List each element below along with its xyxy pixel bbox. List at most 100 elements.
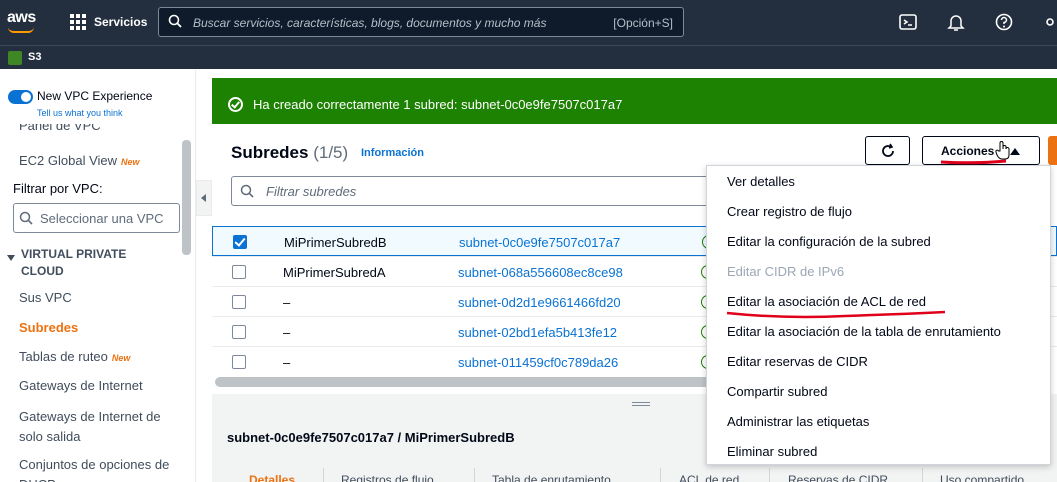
subnet-id-link[interactable]: subnet-0c0e9fe7507c017a7 <box>459 235 620 250</box>
row-checkbox[interactable] <box>232 355 246 369</box>
sidebar-item-your-vpcs[interactable]: Sus VPC <box>19 290 72 305</box>
new-experience-label: New VPC Experience <box>37 89 153 103</box>
menu-item-edit-route-table-association[interactable]: Editar la asociación de la tabla de enru… <box>727 324 1001 339</box>
check-circle-icon <box>228 97 243 112</box>
help-icon[interactable] <box>994 12 1014 32</box>
favorites-bar: S3 <box>0 45 1057 69</box>
row-checkbox[interactable] <box>232 295 246 309</box>
vpc-select[interactable]: Seleccionar una VPC <box>13 203 180 233</box>
sidebar: New VPC Experience Tell us what you thin… <box>0 70 196 482</box>
row-checkbox[interactable] <box>232 265 246 279</box>
tab-divider <box>660 468 661 482</box>
tab-route-table[interactable]: Tabla de enrutamiento <box>492 473 611 482</box>
filter-placeholder: Filtrar subredes <box>266 184 357 199</box>
filter-subnets-input[interactable]: Filtrar subredes <box>231 176 711 206</box>
actions-label: Acciones <box>941 144 995 158</box>
subnet-name: – <box>283 295 291 310</box>
menu-item-edit-subnet-settings[interactable]: Editar la configuración de la subred <box>727 234 931 249</box>
subnet-id-link[interactable]: subnet-02bd1efa5b413fe12 <box>458 325 617 340</box>
success-flash: Ha creado correctamente 1 subred: subnet… <box>212 78 1057 124</box>
tab-network-acl[interactable]: ACL de red <box>679 473 739 482</box>
search-icon <box>240 184 254 198</box>
settings-icon[interactable] <box>1040 12 1057 32</box>
create-subnet-button[interactable] <box>1048 136 1057 165</box>
actions-dropdown-menu: Ver detalles Crear registro de flujo Edi… <box>706 165 1051 465</box>
vpc-filter-label: Filtrar por VPC: <box>13 181 103 196</box>
services-menu-button[interactable]: Servicios <box>94 15 147 29</box>
search-shortcut: [Opción+S] <box>613 16 673 30</box>
subnet-name: – <box>283 355 291 370</box>
tab-divider <box>474 468 475 482</box>
resize-handle[interactable] <box>632 402 650 406</box>
detail-tabs: Detalles Registros de flujo Tabla de enr… <box>212 468 1057 482</box>
s3-icon <box>8 51 22 65</box>
subnet-id-link[interactable]: subnet-0d2d1e9661466fd20 <box>458 295 621 310</box>
tab-sharing[interactable]: Uso compartido <box>940 473 1024 482</box>
top-navigation: aws Servicios Buscar servicios, caracter… <box>0 0 1057 45</box>
search-placeholder: Buscar servicios, características, blogs… <box>193 16 547 30</box>
cloudshell-icon[interactable] <box>898 12 918 32</box>
aws-console: aws Servicios Buscar servicios, caracter… <box>0 0 1057 482</box>
aws-logo-smile <box>8 27 34 33</box>
subnet-name: MiPrimerSubredB <box>284 235 387 250</box>
menu-item-create-flow-log[interactable]: Crear registro de flujo <box>727 204 852 219</box>
search-icon <box>19 211 33 225</box>
bell-icon[interactable] <box>946 12 966 32</box>
favorite-s3[interactable]: S3 <box>28 51 41 63</box>
hand-cursor-icon <box>995 141 1010 160</box>
refresh-button[interactable] <box>865 136 910 165</box>
subnet-name: – <box>283 325 291 340</box>
chevron-left-icon <box>201 194 206 202</box>
menu-item-delete-subnet[interactable]: Eliminar subred <box>727 444 817 459</box>
aws-logo[interactable]: aws <box>7 9 36 27</box>
sidebar-item-ec2-global-view[interactable]: EC2 Global View New <box>19 153 140 168</box>
sidebar-item-dhcp-options[interactable]: Conjuntos de opciones de DHCP <box>19 455 184 482</box>
menu-item-edit-cidr-reservations[interactable]: Editar reservas de CIDR <box>727 354 868 369</box>
flash-message: Ha creado correctamente 1 subred: subnet… <box>253 97 623 112</box>
table-horizontal-scrollbar[interactable] <box>215 377 745 387</box>
refresh-icon <box>882 143 894 157</box>
menu-item-edit-network-acl-association[interactable]: Editar la asociación de ACL de red <box>727 294 926 309</box>
menu-item-view-details[interactable]: Ver detalles <box>727 174 795 189</box>
panel-title-text: Subredes <box>231 143 309 162</box>
new-badge: New <box>121 157 140 167</box>
tab-divider <box>922 468 923 482</box>
sidebar-item-label: Tablas de ruteo <box>19 349 108 364</box>
page-title: Subredes (1/5) <box>231 143 348 163</box>
subnet-id-link[interactable]: subnet-011459cf0c789da26 <box>458 355 618 370</box>
info-link[interactable]: Información <box>361 147 424 159</box>
collapse-sidebar-button[interactable] <box>196 180 212 216</box>
section-virtual-private-cloud[interactable]: VIRTUAL PRIVATE CLOUD <box>21 246 161 280</box>
subnet-name: MiPrimerSubredA <box>283 265 386 280</box>
actions-button[interactable]: Acciones <box>922 136 1040 165</box>
row-checkbox[interactable] <box>233 235 247 249</box>
tab-divider <box>323 468 324 482</box>
subnet-id-link[interactable]: subnet-068a556608ec8ce98 <box>458 265 623 280</box>
new-badge: New <box>111 353 131 363</box>
sidebar-item-subnets[interactable]: Subredes <box>19 320 78 335</box>
caret-down-icon[interactable] <box>7 255 15 261</box>
sidebar-item-egress-only-gateways[interactable]: Gateways de Internet de solo salida <box>19 407 179 447</box>
toggle-knob <box>21 92 31 102</box>
tab-flow-logs[interactable]: Registros de flujo <box>341 473 434 482</box>
row-checkbox[interactable] <box>232 325 246 339</box>
sidebar-scrollbar[interactable] <box>182 140 191 255</box>
tab-details[interactable]: Detalles <box>249 473 295 482</box>
caret-up-icon <box>1010 148 1020 155</box>
sidebar-item-internet-gateways[interactable]: Gateways de Internet <box>19 378 143 393</box>
selection-count: (1/5) <box>313 143 349 162</box>
services-grid-icon[interactable] <box>70 14 86 30</box>
tab-divider <box>769 468 770 482</box>
detail-title: subnet-0c0e9fe7507c017a7 / MiPrimerSubre… <box>227 430 515 445</box>
new-experience-toggle[interactable] <box>8 90 33 104</box>
sidebar-item-route-tables[interactable]: Tablas de ruteo New <box>19 349 130 364</box>
menu-item-manage-tags[interactable]: Administrar las etiquetas <box>727 414 869 429</box>
sidebar-item-vpc-dashboard[interactable]: Panel de VPC <box>19 124 101 137</box>
menu-item-share-subnet[interactable]: Compartir subred <box>727 384 827 399</box>
tab-cidr-reservations[interactable]: Reservas de CIDR <box>788 473 888 482</box>
sidebar-item-label: Panel de VPC <box>19 124 101 133</box>
menu-item-edit-ipv6-cidr: Editar CIDR de IPv6 <box>727 264 845 279</box>
sidebar-item-label: EC2 Global View <box>19 153 118 168</box>
feedback-link[interactable]: Tell us what you think <box>37 108 123 118</box>
global-search-input[interactable]: Buscar servicios, características, blogs… <box>158 7 684 37</box>
